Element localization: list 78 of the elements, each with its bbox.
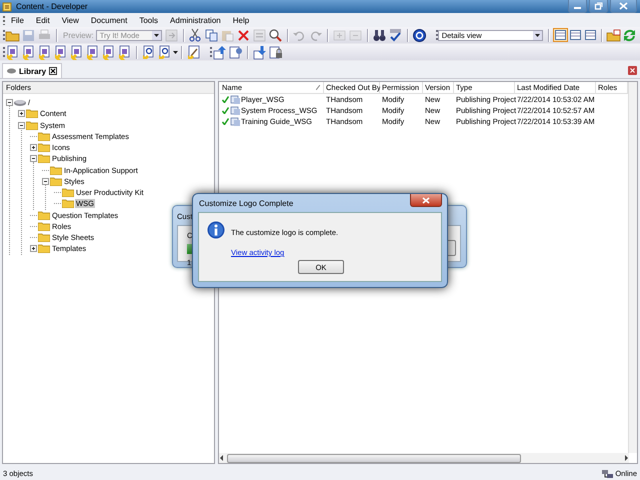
menu-item[interactable]: Help xyxy=(226,16,256,24)
folder-icon xyxy=(26,120,38,130)
folder-icon xyxy=(38,132,50,141)
collapse-icon[interactable] xyxy=(30,155,37,162)
view-button[interactable] xyxy=(568,28,583,42)
new-document-button[interactable] xyxy=(5,44,20,60)
question-document-button[interactable] xyxy=(157,44,172,60)
expand-icon[interactable] xyxy=(30,144,37,152)
collapse-icon[interactable] xyxy=(18,122,25,129)
folder-icon xyxy=(62,188,74,198)
search-button[interactable] xyxy=(268,28,283,42)
help-button[interactable] xyxy=(412,28,427,42)
spellcheck-button[interactable] xyxy=(388,28,403,42)
question-document-button[interactable] xyxy=(141,44,156,60)
download-button[interactable] xyxy=(252,44,267,60)
folder-icon xyxy=(38,244,50,254)
app-icon xyxy=(2,2,12,12)
expand-icon[interactable] xyxy=(30,245,37,252)
folder-icon xyxy=(38,233,50,242)
folder-properties-button[interactable] xyxy=(606,28,621,42)
scrollbar-track[interactable] xyxy=(628,82,637,453)
folder-icon xyxy=(50,166,62,175)
folder-icon xyxy=(38,222,50,231)
delete-button[interactable] xyxy=(236,28,251,42)
new-document-button[interactable] xyxy=(117,44,132,60)
collapse-icon[interactable] xyxy=(42,178,49,185)
scroll-right-icon[interactable] xyxy=(623,455,629,461)
folder-icon xyxy=(38,143,50,152)
menu-item[interactable]: Edit xyxy=(30,16,56,24)
folder-icon xyxy=(62,199,74,208)
new-document-button[interactable] xyxy=(85,44,100,60)
close-button[interactable] xyxy=(610,0,637,13)
scroll-left-icon[interactable] xyxy=(219,455,225,461)
new-document-button[interactable] xyxy=(69,44,84,60)
menu-item[interactable]: Tools xyxy=(133,16,164,24)
maximize-button[interactable] xyxy=(589,0,608,13)
menu-item[interactable]: Document xyxy=(84,16,134,24)
folder-icon xyxy=(38,154,50,164)
expand-icon[interactable] xyxy=(18,110,25,118)
view-button[interactable] xyxy=(582,28,598,42)
menu-item[interactable]: View xyxy=(56,16,85,24)
new-document-button[interactable] xyxy=(101,44,116,60)
folder-icon xyxy=(38,210,50,220)
minimize-button[interactable] xyxy=(568,0,587,13)
refresh-button[interactable] xyxy=(622,28,637,42)
new-document-button[interactable] xyxy=(37,44,52,60)
library-tab[interactable]: Library xyxy=(2,63,62,78)
lock-document-button[interactable] xyxy=(268,44,283,60)
folder-icon xyxy=(50,176,62,186)
binoculars-button[interactable] xyxy=(372,28,387,42)
view-button[interactable] xyxy=(552,28,568,42)
upload-button[interactable] xyxy=(212,44,227,60)
grip-icon xyxy=(436,29,438,41)
edit-document-button[interactable] xyxy=(186,44,201,60)
copy-button[interactable] xyxy=(204,28,219,42)
window-title: Content - Developer xyxy=(15,2,89,11)
info-icon xyxy=(207,221,225,239)
folder-icon xyxy=(26,109,38,118)
caret-icon[interactable] xyxy=(534,34,540,36)
link-document-button[interactable] xyxy=(228,44,243,60)
close-icon[interactable] xyxy=(49,67,58,75)
sort-icon xyxy=(316,85,320,90)
maximize-icon[interactable] xyxy=(594,2,603,10)
network-icon xyxy=(602,468,614,478)
menu-item[interactable]: File xyxy=(5,16,30,24)
caret-icon[interactable] xyxy=(173,50,178,54)
dialog-title: Customize Logo Complete xyxy=(199,199,294,208)
drive-icon xyxy=(7,68,16,74)
collapse-icon[interactable] xyxy=(6,99,13,106)
menu-item[interactable]: Administration xyxy=(164,16,227,24)
new-document-button[interactable] xyxy=(53,44,68,60)
preview-label: Preview: xyxy=(63,30,94,40)
scissors-button[interactable] xyxy=(188,28,203,42)
close-panel-icon[interactable] xyxy=(628,66,637,75)
new-document-button[interactable] xyxy=(21,44,36,60)
close-button[interactable] xyxy=(410,194,442,207)
scrollbar-thumb[interactable] xyxy=(227,454,521,462)
drive-icon xyxy=(14,98,26,107)
